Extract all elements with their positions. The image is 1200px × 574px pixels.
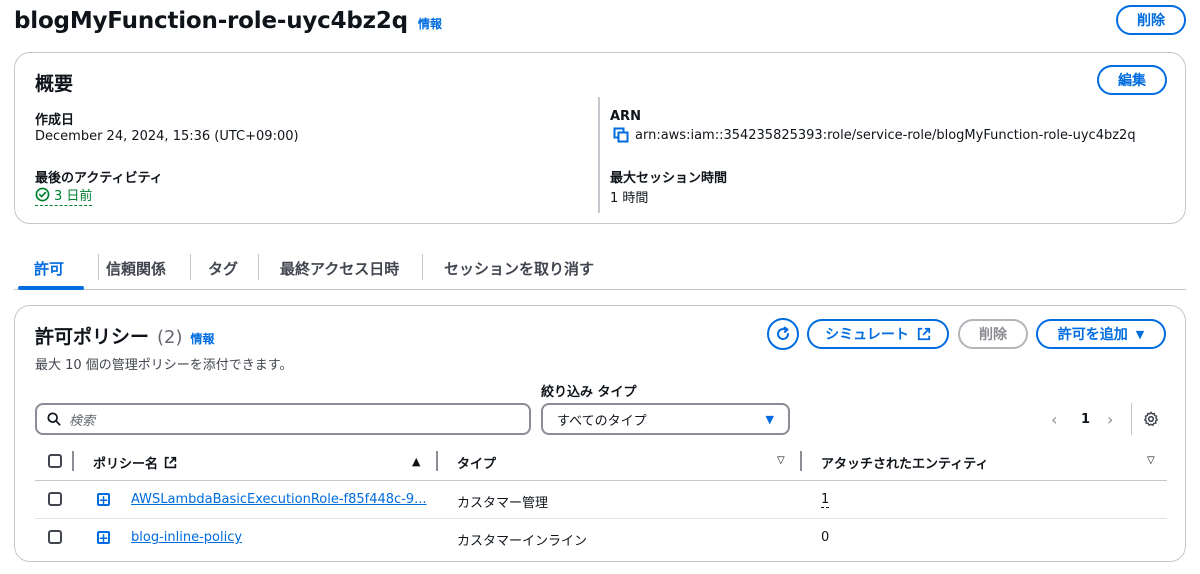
page-title: blogMyFunction-role-uyc4bz2q: [14, 8, 408, 34]
policy-name-link[interactable]: AWSLambdaBasicExecutionRole-f85f448c-9..…: [131, 492, 427, 507]
external-link-icon: [917, 327, 930, 341]
select-all-checkbox[interactable]: [48, 454, 62, 468]
arn-label: ARN: [610, 109, 641, 124]
tab-last-accessed[interactable]: 最終アクセス日時: [280, 246, 399, 290]
overview-title: 概要: [35, 73, 74, 95]
tab-divider: [422, 254, 423, 280]
attached-entities-count[interactable]: 1: [821, 492, 830, 508]
policies-count: (2): [157, 327, 183, 348]
edit-button[interactable]: 編集: [1097, 65, 1167, 95]
created-label: 作成日: [35, 113, 75, 128]
arn-value: arn:aws:iam::354235825393:role/service-r…: [635, 127, 1136, 143]
search-placeholder: 検索: [69, 413, 96, 429]
policies-header: 許可ポリシー (2) 情報: [35, 322, 215, 349]
tab-bar: 許可 信頼関係 タグ 最終アクセス日時 セッションを取り消す: [14, 246, 1186, 290]
row-checkbox[interactable]: [48, 530, 62, 544]
copy-icon[interactable]: [613, 127, 629, 143]
add-permissions-label: 許可を追加: [1057, 327, 1128, 343]
search-input[interactable]: 検索: [35, 403, 531, 435]
policy-name-column-header[interactable]: ポリシー名: [93, 453, 177, 472]
tab-divider: [190, 254, 191, 280]
caret-down-icon: ▼: [765, 412, 774, 426]
attached-entities-count: 0: [821, 530, 830, 545]
page-header: blogMyFunction-role-uyc4bz2q 情報: [14, 8, 442, 34]
external-link-icon: [164, 456, 177, 469]
search-icon: [47, 412, 61, 426]
detach-delete-button[interactable]: 削除: [958, 319, 1028, 349]
type-column-header[interactable]: タイプ: [457, 453, 496, 472]
policy-type: カスタマーインライン: [457, 534, 588, 549]
previous-page-icon[interactable]: ‹: [1051, 410, 1057, 429]
overview-card: 概要 編集 作成日 December 24, 2024, 15:36 (UTC+…: [14, 52, 1186, 224]
max-session-label: 最大セッション時間: [610, 171, 728, 186]
column-divider: [72, 451, 74, 471]
tab-revoke-sessions[interactable]: セッションを取り消す: [444, 246, 594, 290]
policies-info-link[interactable]: 情報: [191, 330, 215, 347]
permission-policies-card: 許可ポリシー (2) 情報 最大 10 個の管理ポリシーを添付できます。 シミュ…: [14, 305, 1186, 562]
policies-description: 最大 10 個の管理ポリシーを添付できます。: [35, 358, 293, 373]
type-filter-select[interactable]: すべてのタイプ ▼: [541, 403, 790, 435]
sort-ascending-icon[interactable]: ▲: [412, 455, 420, 468]
column-divider: [800, 451, 802, 471]
settings-gear-icon[interactable]: [1143, 411, 1159, 427]
type-filter-value: すべてのタイプ: [557, 413, 647, 429]
max-session-value: 1 時間: [610, 191, 649, 206]
tab-tags[interactable]: タグ: [208, 246, 238, 290]
last-activity-text: 3 日前: [54, 189, 93, 204]
attached-entities-column-header[interactable]: アタッチされたエンティティ: [821, 453, 988, 472]
add-permissions-button[interactable]: 許可を追加 ▼: [1036, 319, 1166, 349]
last-activity-label: 最後のアクティビティ: [35, 171, 163, 186]
sort-icon[interactable]: ▽: [777, 455, 785, 466]
delete-role-button[interactable]: 削除: [1116, 5, 1186, 35]
header-divider: [35, 480, 1167, 481]
tab-permissions[interactable]: 許可: [34, 246, 64, 290]
tab-divider: [258, 254, 259, 280]
pagination-divider: [1131, 403, 1132, 435]
simulate-label: シミュレート: [825, 327, 909, 343]
tab-divider: [98, 254, 99, 280]
tab-trust-relationships[interactable]: 信頼関係: [106, 246, 166, 290]
sort-icon[interactable]: ▽: [1147, 455, 1155, 466]
row-checkbox[interactable]: [48, 492, 62, 506]
policy-name-link[interactable]: blog-inline-policy: [131, 530, 242, 545]
policies-title: 許可ポリシー: [35, 326, 150, 348]
active-tab-indicator: [18, 286, 84, 290]
refresh-button[interactable]: [767, 318, 799, 350]
current-page-number[interactable]: 1: [1081, 412, 1090, 427]
expand-row-icon[interactable]: +: [97, 493, 110, 506]
check-circle-icon: [35, 187, 50, 202]
info-link[interactable]: 情報: [418, 15, 442, 32]
next-page-icon[interactable]: ›: [1107, 410, 1113, 429]
arn-row: arn:aws:iam::354235825393:role/service-r…: [613, 127, 1136, 143]
created-value: December 24, 2024, 15:36 (UTC+09:00): [35, 129, 299, 144]
row-divider: [35, 518, 1167, 519]
refresh-icon: [777, 326, 790, 340]
expand-row-icon[interactable]: +: [97, 531, 110, 544]
policy-name-header: ポリシー名: [93, 457, 159, 472]
simulate-button[interactable]: シミュレート: [807, 319, 949, 349]
column-divider: [598, 97, 600, 213]
filter-type-label: 絞り込み タイプ: [541, 385, 637, 400]
caret-down-icon: ▼: [1135, 327, 1145, 341]
column-divider: [436, 451, 438, 471]
policy-type: カスタマー管理: [457, 496, 549, 511]
last-activity-value[interactable]: 3 日前: [35, 185, 93, 206]
